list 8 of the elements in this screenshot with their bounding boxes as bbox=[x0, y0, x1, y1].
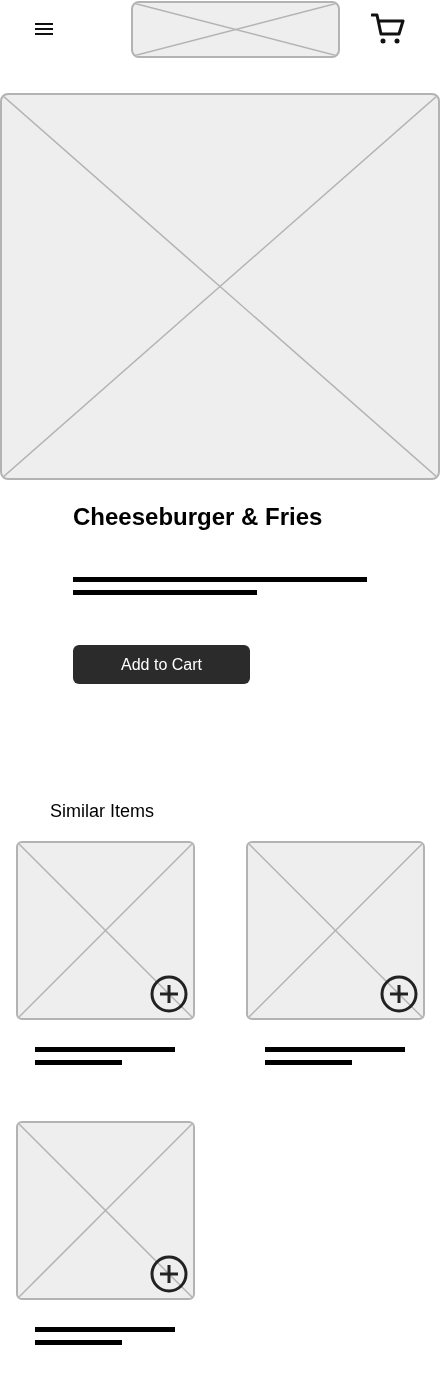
cart-icon[interactable] bbox=[371, 13, 405, 45]
add-icon[interactable] bbox=[150, 975, 188, 1013]
menu-icon[interactable] bbox=[35, 22, 53, 36]
add-icon[interactable] bbox=[380, 975, 418, 1013]
add-to-cart-button[interactable]: Add to Cart bbox=[73, 645, 250, 684]
section-title: Similar Items bbox=[50, 800, 155, 822]
add-icon[interactable] bbox=[150, 1255, 188, 1293]
product-title: Cheeseburger & Fries bbox=[73, 502, 324, 532]
